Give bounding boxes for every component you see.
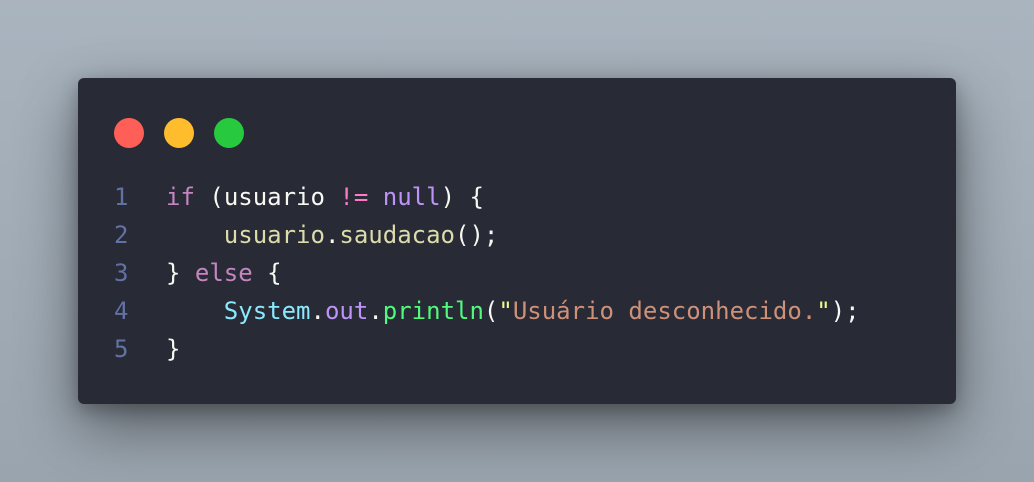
code-token-default: ( <box>194 183 224 211</box>
close-dot-icon[interactable] <box>114 118 144 148</box>
code-token-default: ( <box>483 297 499 325</box>
code-line: 1 if (usuario != null) { <box>78 178 956 216</box>
code-token-string: Usuário desconhecido. <box>512 297 817 325</box>
code-token-method: usuario <box>223 221 325 249</box>
code-block: 1 if (usuario != null) {2 usuario.saudaca… <box>78 178 956 368</box>
code-token-keyword: if <box>166 183 195 211</box>
maximize-dot-icon[interactable] <box>214 118 244 148</box>
code-token-default <box>166 297 224 325</box>
line-source: } <box>166 330 180 368</box>
code-token-default <box>368 183 382 211</box>
code-token-quote: " <box>816 297 831 325</box>
code-token-quote: " <box>498 297 513 325</box>
line-number: 4 <box>114 297 129 325</box>
code-token-default: } <box>166 335 181 363</box>
code-token-default: . <box>368 297 383 325</box>
code-token-default: { <box>252 259 282 287</box>
code-token-default: . <box>324 221 340 249</box>
line-number: 3 <box>114 259 129 287</box>
code-token-call: println <box>382 297 484 325</box>
line-number: 2 <box>114 221 129 249</box>
line-number: 5 <box>114 335 129 363</box>
code-token-default <box>166 221 224 249</box>
code-window: 1 if (usuario != null) {2 usuario.saudaca… <box>78 78 956 404</box>
code-token-default: ); <box>830 297 860 325</box>
code-token-default: ) { <box>440 183 484 211</box>
line-source: if (usuario != null) { <box>166 178 484 216</box>
code-token-default: usuario <box>223 183 325 211</box>
code-line: 2 usuario.saudacao(); <box>78 216 956 254</box>
code-token-operator: != <box>339 183 369 211</box>
code-token-default: . <box>310 297 325 325</box>
code-token-method: saudacao <box>339 221 455 249</box>
minimize-dot-icon[interactable] <box>164 118 194 148</box>
code-token-field: out <box>324 297 369 325</box>
code-line: 3} else { <box>78 254 956 292</box>
code-token-default: (); <box>455 221 499 249</box>
code-token-class: System <box>223 297 311 325</box>
line-number: 1 <box>114 183 129 211</box>
code-line: 5} <box>78 330 956 368</box>
code-token-default: } <box>166 259 195 287</box>
line-source: usuario.saudacao(); <box>166 216 499 254</box>
code-token-keyword: else <box>194 259 253 287</box>
code-token-null: null <box>382 183 441 211</box>
line-source: System.out.println("Usuário desconhecido… <box>166 292 860 330</box>
line-source: } else { <box>166 254 282 292</box>
code-line: 4 System.out.println("Usuário desconheci… <box>78 292 956 330</box>
code-token-default <box>325 183 339 211</box>
